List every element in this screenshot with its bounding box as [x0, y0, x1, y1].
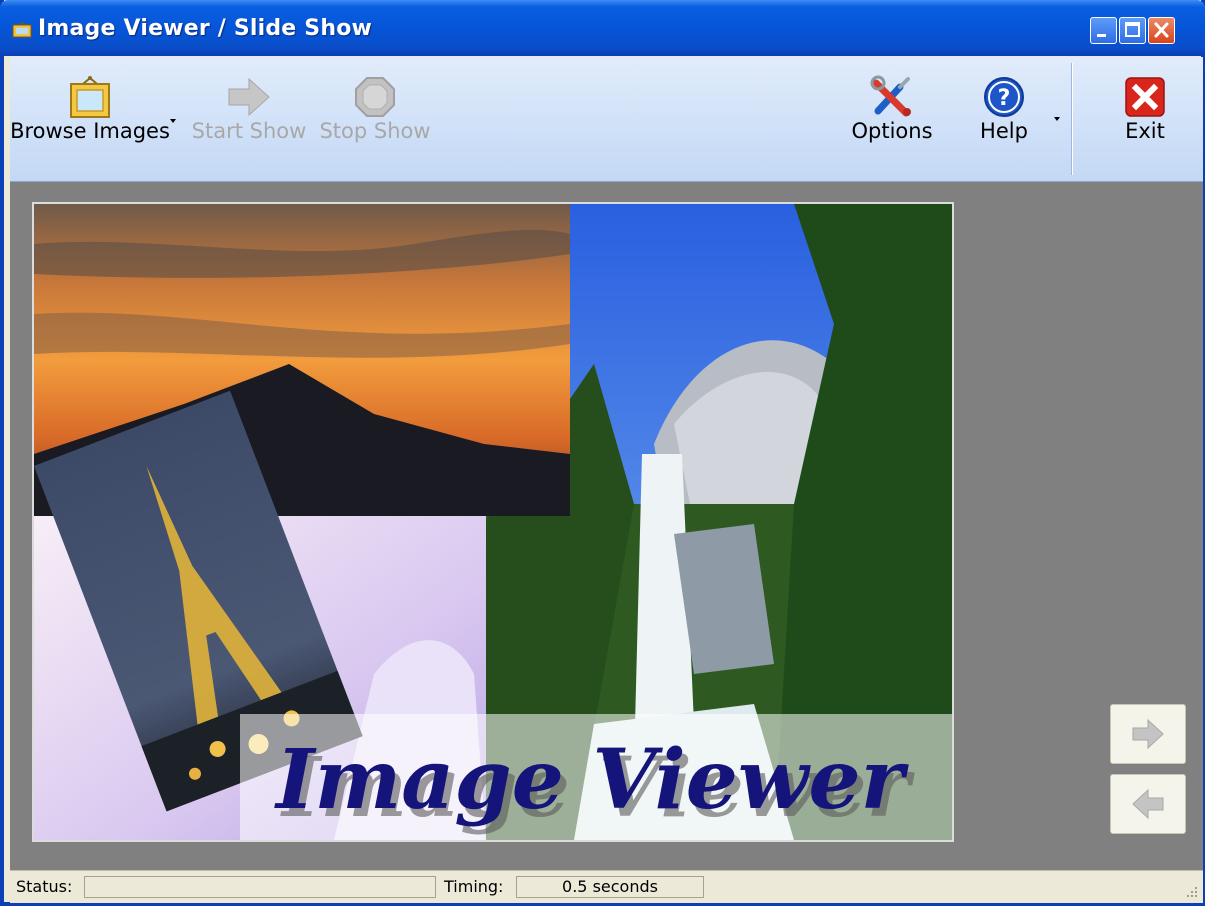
browse-dropdown-arrow-icon[interactable] [170, 119, 176, 123]
minimize-button[interactable] [1090, 17, 1117, 44]
status-label: Status: [16, 877, 73, 896]
stop-show-label: Stop Show [319, 119, 431, 143]
x-icon [1125, 77, 1165, 117]
options-button[interactable]: Options [845, 57, 939, 181]
close-icon [1154, 22, 1169, 38]
image-caption: Image Viewer [274, 732, 910, 828]
status-bar: Status: Timing: 0.5 seconds [10, 870, 1203, 903]
toolbar-separator [1071, 63, 1073, 175]
help-button[interactable]: ? Help [962, 57, 1060, 181]
resize-grip-icon[interactable] [1185, 885, 1199, 899]
left-arrow-icon [1132, 788, 1164, 820]
right-arrow-icon [228, 77, 270, 117]
browse-images-label: Browse Images [10, 119, 170, 143]
question-mark-icon: ? [984, 77, 1024, 117]
previous-image-button[interactable] [1110, 774, 1186, 834]
browse-images-button[interactable]: Browse Images [10, 57, 176, 181]
window-title: Image Viewer / Slide Show [38, 16, 373, 41]
image-display[interactable]: Image Viewer Image Viewer [32, 202, 954, 842]
timing-label: Timing: [444, 877, 504, 896]
help-label: Help [980, 119, 1028, 143]
frame-icon [12, 22, 32, 38]
exit-button[interactable]: Exit [1100, 57, 1190, 181]
collage-image: Image Viewer Image Viewer [34, 204, 952, 840]
title-bar[interactable]: Image Viewer / Slide Show [0, 0, 1205, 56]
maximize-icon [1125, 22, 1140, 37]
timing-value: 0.5 seconds [516, 876, 704, 898]
start-show-label: Start Show [191, 119, 307, 143]
stop-octagon-icon [355, 77, 395, 117]
status-field [84, 876, 436, 898]
maximize-button[interactable] [1119, 17, 1146, 44]
exit-label: Exit [1125, 119, 1165, 143]
tools-icon [870, 75, 911, 117]
toolbar: Browse Images Start Show Stop Show Optio… [10, 57, 1203, 182]
close-button[interactable] [1148, 17, 1175, 44]
stop-show-button[interactable]: Stop Show [316, 57, 434, 181]
viewer-area: Image Viewer Image Viewer [10, 182, 1203, 870]
minimize-icon [1097, 34, 1106, 37]
help-dropdown-arrow-icon[interactable] [1054, 117, 1060, 121]
start-show-button[interactable]: Start Show [188, 57, 310, 181]
app-window: Image Viewer / Slide Show Browse Images [0, 0, 1205, 906]
next-image-button[interactable] [1110, 704, 1186, 764]
picture-frame-icon [70, 76, 110, 118]
options-label: Options [851, 119, 933, 143]
svg-text:?: ? [998, 86, 1011, 111]
right-arrow-icon [1132, 718, 1164, 750]
